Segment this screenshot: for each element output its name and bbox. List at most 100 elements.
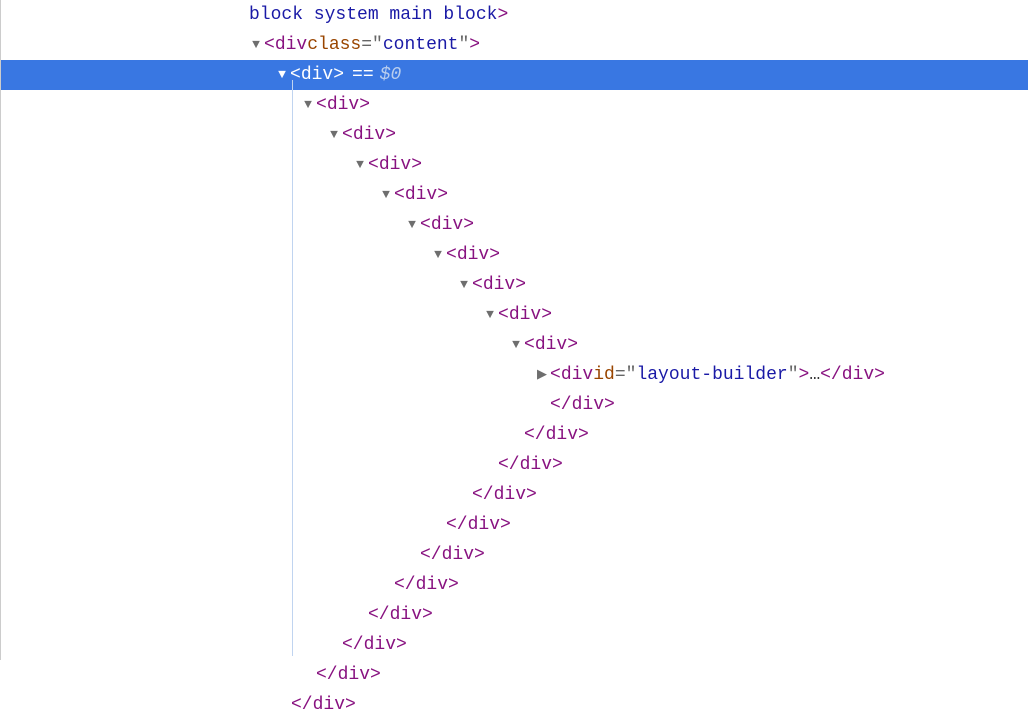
tag-bracket: < — [264, 30, 275, 60]
tag-bracket: > — [333, 60, 344, 90]
tag-bracket: < — [290, 60, 301, 90]
tag-name: div — [353, 120, 385, 150]
tag-bracket: < — [420, 210, 431, 240]
tree-row-close[interactable]: </div> — [1, 600, 1028, 630]
tree-row-close[interactable]: </div> — [1, 450, 1028, 480]
tree-row[interactable]: ▼<div> — [1, 120, 1028, 150]
tag-bracket: < — [472, 270, 483, 300]
tree-row[interactable]: ▼<div class="content"> — [1, 30, 1028, 60]
expand-arrow-icon[interactable]: ▶ — [535, 360, 549, 390]
tree-row-close[interactable]: </div> — [1, 510, 1028, 540]
tag-name: div — [416, 570, 448, 600]
tag-bracket: </ — [472, 480, 494, 510]
tag-bracket: < — [342, 120, 353, 150]
tag-bracket: < — [394, 180, 405, 210]
tag-name: div — [442, 540, 474, 570]
tag-bracket: > — [385, 120, 396, 150]
tag-bracket: > — [874, 360, 885, 390]
tag-bracket: < — [368, 150, 379, 180]
tag-name: div — [390, 600, 422, 630]
tag-name: div — [509, 300, 541, 330]
selected-marker-eq: == — [352, 60, 374, 90]
tree-row[interactable]: ▼<div> — [1, 150, 1028, 180]
tag-name: div — [468, 510, 500, 540]
tag-bracket: > — [497, 0, 508, 30]
tag-name: div — [327, 90, 359, 120]
attr-quote: " — [626, 360, 637, 390]
tag-bracket: > — [604, 390, 615, 420]
tree-row-close[interactable]: </div> — [1, 690, 1028, 720]
tag-bracket: > — [463, 210, 474, 240]
attr-equals: = — [615, 360, 626, 390]
tag-bracket: > — [422, 600, 433, 630]
tag-bracket: > — [359, 90, 370, 120]
collapse-arrow-icon[interactable]: ▼ — [405, 210, 419, 240]
attr-quote: " — [788, 360, 799, 390]
tree-row[interactable]: ▼<div> — [1, 180, 1028, 210]
tag-bracket: </ — [394, 570, 416, 600]
collapse-arrow-icon[interactable]: ▼ — [379, 180, 393, 210]
tag-name: div — [379, 150, 411, 180]
tag-bracket: < — [498, 300, 509, 330]
tree-row-close[interactable]: </div> — [1, 480, 1028, 510]
tree-row-close[interactable]: </div> — [1, 630, 1028, 660]
truncated-text: block system main block — [249, 0, 497, 30]
collapse-arrow-icon[interactable]: ▼ — [249, 30, 263, 60]
tag-bracket: > — [567, 330, 578, 360]
tag-bracket: > — [541, 300, 552, 330]
tree-row[interactable]: ▼<div> — [1, 330, 1028, 360]
tag-bracket: < — [316, 90, 327, 120]
attr-quote: " — [372, 30, 383, 60]
tag-name: div — [313, 690, 345, 720]
tree-row-truncated[interactable]: block system main block > — [1, 0, 1028, 30]
tree-row[interactable]: ▼<div> — [1, 240, 1028, 270]
tag-name: div — [275, 30, 307, 60]
dom-panel: … block system main block > ▼<div class=… — [0, 0, 1028, 660]
tag-bracket: > — [437, 180, 448, 210]
tag-name: div — [520, 450, 552, 480]
tree-row[interactable]: ▼<div> — [1, 90, 1028, 120]
collapse-arrow-icon[interactable]: ▼ — [509, 330, 523, 360]
tag-name: div — [483, 270, 515, 300]
tag-name: div — [405, 180, 437, 210]
tag-bracket: > — [489, 240, 500, 270]
tree-row-close[interactable]: </div> — [1, 390, 1028, 420]
collapse-arrow-icon[interactable]: ▼ — [301, 90, 315, 120]
tree-row[interactable]: ▼<div> — [1, 210, 1028, 240]
indent-guide — [292, 80, 293, 656]
tag-bracket: < — [446, 240, 457, 270]
collapse-arrow-icon[interactable]: ▼ — [483, 300, 497, 330]
collapse-arrow-icon[interactable]: ▼ — [431, 240, 445, 270]
tree-row-close[interactable]: </div> — [1, 420, 1028, 450]
tag-bracket: > — [526, 480, 537, 510]
collapse-arrow-icon[interactable]: ▼ — [353, 150, 367, 180]
tag-bracket: > — [345, 690, 356, 720]
tree-row[interactable]: ▼<div> — [1, 270, 1028, 300]
tag-bracket: < — [550, 360, 561, 390]
tree-row-close[interactable]: </div> — [1, 570, 1028, 600]
collapse-arrow-icon[interactable]: ▼ — [457, 270, 471, 300]
tag-name: div — [494, 480, 526, 510]
tree-row[interactable]: ▼<div> — [1, 300, 1028, 330]
attr-quote: " — [458, 30, 469, 60]
tag-bracket: > — [411, 150, 422, 180]
selected-marker-ref: $0 — [380, 60, 402, 90]
attr-value: layout-builder — [636, 360, 787, 390]
tag-name: div — [338, 660, 370, 690]
collapse-arrow-icon[interactable]: ▼ — [275, 60, 289, 90]
elements-tree[interactable]: block system main block > ▼<div class="c… — [1, 0, 1028, 720]
tag-name: div — [364, 630, 396, 660]
tree-row[interactable]: ▶<div id="layout-builder">…</div> — [1, 360, 1028, 390]
collapse-arrow-icon[interactable]: ▼ — [327, 120, 341, 150]
tree-row-selected[interactable]: ▼<div>==$0 — [1, 60, 1028, 90]
attr-name: class — [307, 30, 361, 60]
tag-bracket: </ — [291, 690, 313, 720]
tree-row-close[interactable]: </div> — [1, 540, 1028, 570]
tag-name: div — [572, 390, 604, 420]
attr-equals: = — [361, 30, 372, 60]
tree-row-close[interactable]: </div> — [1, 660, 1028, 690]
ellipsis-icon[interactable]: … — [809, 360, 820, 390]
tag-bracket: > — [578, 420, 589, 450]
tag-bracket: </ — [446, 510, 468, 540]
tag-name: div — [561, 360, 593, 390]
